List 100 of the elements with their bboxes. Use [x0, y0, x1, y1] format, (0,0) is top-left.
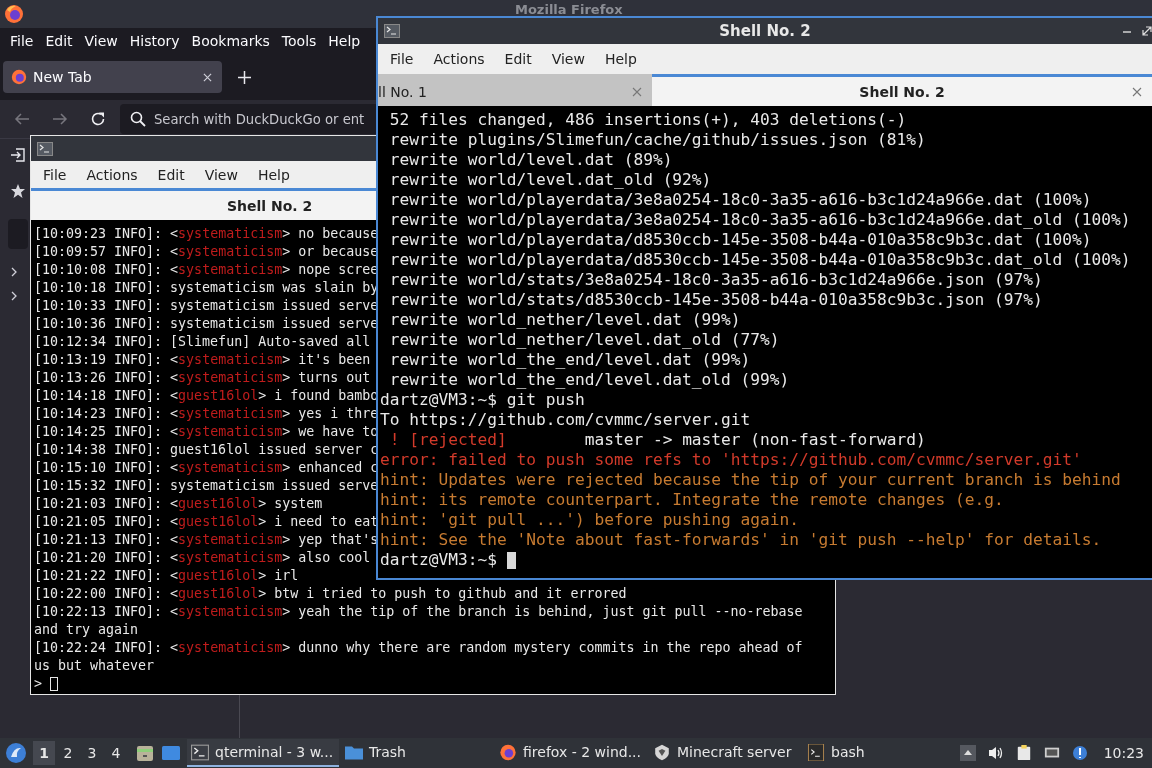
- terminal-line: and try again: [34, 621, 139, 639]
- terminal-line: hint: See the 'Note about fast-forwards' in 'git push --help' for details.: [380, 530, 1102, 550]
- terminal-tab[interactable]: ll No. 1: [378, 74, 652, 106]
- terminal-line: rewrite world_the_end/level.dat_old (99%): [388, 370, 790, 390]
- terminal-line: [10:21:13 INFO]: <systematicism> yep that's: [34, 531, 379, 549]
- terminal-line: rewrite world/playerdata/3e8a0254-18c0-3a35-a616-b3c1d24a966e.dat (100%): [388, 190, 1092, 210]
- terminal-line: rewrite world_nether/level.dat (99%): [388, 310, 741, 330]
- task-button[interactable]: firefox - 2 wind...: [495, 739, 647, 767]
- terminal-line: [10:22:00 INFO]: <guest16lol> btw i tried to push to github and it errored: [34, 585, 627, 603]
- menu-item[interactable]: File: [35, 166, 75, 183]
- terminal-line: rewrite world/playerdata/d8530ccb-145e-3508-b44a-010a358c9b3c.dat_old (100%): [388, 250, 1131, 270]
- start-menu-icon[interactable]: [5, 742, 27, 764]
- terminal-tab[interactable]: Shell No. 2: [652, 74, 1152, 106]
- menu-item[interactable]: Edit: [149, 166, 193, 183]
- desktop-icon[interactable]: [161, 743, 181, 763]
- terminal-line: [10:22:13 INFO]: <systematicism> yeah the tip of the branch is behind, just git pull --no-rebase: [34, 603, 803, 621]
- terminal-line: [10:21:05 INFO]: <guest16lol> i need to eat: [34, 513, 379, 531]
- reload-icon[interactable]: [90, 111, 106, 127]
- browser-tab[interactable]: New Tab: [3, 61, 222, 93]
- search-icon: [130, 111, 146, 127]
- terminal-line: [10:21:20 INFO]: <systematicism> also cool: [34, 549, 371, 567]
- task-button[interactable]: bash: [803, 739, 955, 767]
- clipboard-icon[interactable]: [1015, 745, 1032, 761]
- workspace-button[interactable]: 3: [81, 741, 103, 765]
- terminal-line: 52 files changed, 486 insertions(+), 403 deletions(-): [388, 110, 907, 130]
- terminal-line: rewrite world_the_end/level.dat (99%): [388, 350, 751, 370]
- terminal-line: >: [34, 675, 42, 693]
- terminal-icon: [37, 141, 53, 156]
- terminal-tab[interactable]: Shell No. 2: [31, 188, 376, 220]
- task-button[interactable]: Minecraft server: [649, 739, 801, 767]
- terminal-line: hint: 'git pull ...') before pushing again.: [380, 510, 800, 530]
- forward-icon[interactable]: [52, 111, 68, 127]
- task-button[interactable]: Trash: [341, 739, 493, 767]
- chevron-icon[interactable]: [10, 291, 18, 301]
- terminal-line: hint: its remote counterpart. Integrate the remote changes (e.g.: [380, 490, 1004, 510]
- menu-item[interactable]: Help: [596, 51, 645, 67]
- menu-item[interactable]: Help: [322, 33, 367, 49]
- sign-in-icon[interactable]: [10, 147, 26, 163]
- window-title: Shell No. 2: [718, 22, 812, 40]
- terminal-line: rewrite world/playerdata/3e8a0254-18c0-3a35-a616-b3c1d24a966e.dat_old (100%): [388, 210, 1131, 230]
- menu-item[interactable]: Help: [249, 166, 298, 183]
- terminal-line: dartz@VM3:~$: [380, 550, 497, 570]
- terminal-icon: [384, 24, 400, 38]
- tab-label: New Tab: [33, 69, 93, 85]
- task-button[interactable]: qterminal - 3 w...: [187, 739, 339, 767]
- terminal-line: error: failed to push some refs to 'https://github.com/cvmmc/server.git': [380, 450, 1082, 470]
- firefox-icon: [499, 743, 517, 761]
- maximize-icon[interactable]: [1142, 26, 1152, 36]
- terminal-line: [10:22:24 INFO]: <systematicism> dunno why there are random mystery commits in the repo ahead of: [34, 639, 803, 657]
- back-icon[interactable]: [14, 111, 30, 127]
- terminal-line: rewrite world_nether/level.dat_old (77%): [388, 330, 780, 350]
- clock[interactable]: 10:23: [1103, 745, 1144, 761]
- menu-item[interactable]: Edit: [39, 33, 79, 49]
- close-icon[interactable]: [1132, 87, 1142, 97]
- terminal-line: [10:21:03 INFO]: <guest16lol> system: [34, 495, 323, 513]
- menu-item[interactable]: File: [4, 33, 40, 49]
- terminal-line: rewrite world/stats/d8530ccb-145e-3508-b44a-010a358c9b3c.json (97%): [388, 290, 1043, 310]
- terminal-line: rewrite world/level.dat (89%): [388, 150, 673, 170]
- terminal-line: [10:12:34 INFO]: [Slimefun] Auto-saved all: [34, 333, 371, 351]
- menu-item[interactable]: Actions: [425, 51, 493, 67]
- menu-item[interactable]: File: [382, 51, 422, 67]
- firefox-icon: [4, 4, 24, 24]
- menu-item[interactable]: View: [543, 51, 593, 67]
- terminal-line: dartz@VM3:~$ git push: [380, 390, 585, 410]
- menu-item[interactable]: Tools: [275, 33, 323, 49]
- terminal-line: rewrite plugins/Slimefun/cache/github/issues.json (81%): [388, 130, 926, 150]
- workspace-button[interactable]: 1: [33, 741, 55, 765]
- volume-icon[interactable]: [987, 745, 1004, 761]
- terminal-line: [10:09:23 INFO]: <systematicism> no because: [34, 225, 379, 243]
- terminal-line: [10:13:26 INFO]: <systematicism> turns out: [34, 369, 371, 387]
- terminal-line: us but whatever: [34, 657, 155, 675]
- terminal-line: rewrite world/level.dat_old (92%): [388, 170, 712, 190]
- menu-item[interactable]: View: [78, 33, 124, 49]
- terminal-line: rewrite world/playerdata/d8530ccb-145e-3508-b44a-010a358c9b3c.dat (100%): [388, 230, 1092, 250]
- window-title: Mozilla Firefox: [515, 3, 623, 16]
- workspace-button[interactable]: 4: [105, 741, 127, 765]
- terminal-line: To https://github.com/cvmmc/server.git: [380, 410, 751, 430]
- terminal-icon: [191, 743, 209, 761]
- terminal-line: rewrite world/stats/3e8a0254-18c0-3a35-a616-b3c1d24a966e.json (97%): [388, 270, 1043, 290]
- menu-item[interactable]: History: [123, 33, 186, 49]
- firefox-icon: [11, 69, 27, 85]
- terminal-icon: [807, 743, 825, 761]
- terminal-line: hint: Updates were rejected because the tip of your current branch is behind: [380, 470, 1121, 490]
- notification-icon[interactable]: [1071, 745, 1088, 761]
- menu-item[interactable]: Edit: [496, 51, 540, 67]
- new-tab-icon[interactable]: [238, 70, 251, 84]
- terminal-line: [10:21:22 INFO]: <guest16lol> irl: [34, 567, 299, 585]
- terminal-line: [10:09:57 INFO]: <systematicism> or because: [34, 243, 379, 261]
- search-field[interactable]: Search with DuckDuckGo or ent: [120, 104, 378, 134]
- terminal-line: ! [rejected] master -> master (non-fast-forward): [388, 430, 926, 450]
- shield-icon: [653, 743, 671, 761]
- star-icon[interactable]: [10, 183, 26, 199]
- chevron-icon[interactable]: [10, 267, 18, 277]
- menu-item[interactable]: View: [196, 166, 246, 183]
- terminal-line: [10:13:19 INFO]: <systematicism> it's been: [34, 351, 371, 369]
- terminal-line: [10:14:18 INFO]: <guest16lol> i found bambo: [34, 387, 379, 405]
- menu-item[interactable]: Actions: [78, 166, 146, 183]
- workspace-button[interactable]: 2: [57, 741, 79, 765]
- file-cabinet-icon[interactable]: [135, 743, 155, 763]
- menu-item[interactable]: Bookmarks: [185, 33, 276, 49]
